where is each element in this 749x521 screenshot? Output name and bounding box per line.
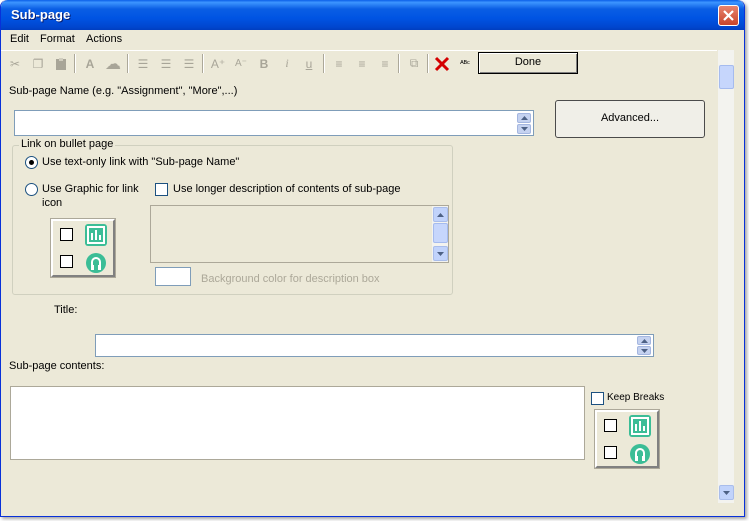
description-scrollbar[interactable] xyxy=(431,206,448,262)
spin-up-icon[interactable] xyxy=(517,113,531,123)
subpage-contents-label: Sub-page contents: xyxy=(9,360,105,372)
link-graphic-picker[interactable] xyxy=(50,218,116,278)
graphic-option-checkbox[interactable] xyxy=(60,228,73,241)
graphic-option-checkbox[interactable] xyxy=(604,419,617,432)
cut-icon[interactable]: ✂ xyxy=(6,55,24,72)
done-button[interactable]: Done xyxy=(478,52,578,74)
radio-graphic-label-line1: Use Graphic for link xyxy=(42,183,139,195)
spin-down-icon[interactable] xyxy=(637,346,651,355)
dialog-scroll-thumb[interactable] xyxy=(719,65,734,89)
title-bar[interactable]: Sub-page xyxy=(1,0,744,30)
menu-actions[interactable]: Actions xyxy=(86,33,122,45)
radio-text-only[interactable] xyxy=(25,156,38,169)
align-left-icon[interactable]: ≡ xyxy=(330,55,348,72)
bullet-list-icon[interactable]: ☰ xyxy=(134,55,152,72)
spellcheck-icon[interactable]: ᴬᴮᶜ xyxy=(456,55,474,72)
speaker-graphic-icon xyxy=(629,443,651,465)
close-x-icon xyxy=(723,10,734,21)
italic-icon[interactable]: i xyxy=(278,55,296,72)
subpage-name-label: Sub-page Name (e.g. "Assignment", "More"… xyxy=(9,85,238,97)
keep-breaks-checkbox[interactable] xyxy=(591,392,604,405)
menu-edit[interactable]: Edit xyxy=(10,33,29,45)
speaker-graphic-icon xyxy=(85,252,107,274)
copy-icon[interactable]: ❐ xyxy=(29,55,47,72)
paste-icon[interactable] xyxy=(52,55,70,72)
dialog-scroll-down-icon[interactable] xyxy=(719,485,734,500)
radio-graphic[interactable] xyxy=(25,183,38,196)
advanced-button[interactable]: Advanced... xyxy=(555,100,705,138)
contents-graphic-picker[interactable] xyxy=(594,409,660,469)
highlight-icon[interactable]: ☁ xyxy=(104,55,122,73)
align-right-icon[interactable]: ≡ xyxy=(376,55,394,72)
background-color-label: Background color for description box xyxy=(201,273,380,285)
description-box[interactable] xyxy=(150,205,449,263)
radio-text-only-label: Use text-only link with "Sub-page Name" xyxy=(42,156,240,168)
formatting-toolbar: ✂ ❐ A ☁ ☰ ☰ ☰ A⁺ A⁻ B i u ≡ ≡ ≡ ⧉ ᴬᴮᶜ xyxy=(1,50,717,75)
numbered-list-icon[interactable]: ☰ xyxy=(157,55,175,72)
grid-graphic-icon xyxy=(629,415,651,437)
insert-link-icon[interactable]: ⧉ xyxy=(405,55,423,72)
title-field[interactable] xyxy=(95,334,654,357)
longer-description-checkbox[interactable] xyxy=(155,183,168,196)
menu-format[interactable]: Format xyxy=(40,33,75,45)
close-button[interactable] xyxy=(718,5,739,26)
radio-graphic-label-line2: icon xyxy=(42,197,63,209)
link-group-legend: Link on bullet page xyxy=(19,138,116,150)
bold-icon[interactable]: B xyxy=(255,55,273,72)
longer-description-label: Use longer description of contents of su… xyxy=(173,183,401,195)
scroll-up-icon[interactable] xyxy=(433,207,448,222)
graphic-option-checkbox[interactable] xyxy=(60,255,73,268)
scroll-down-icon[interactable] xyxy=(433,246,448,261)
outline-list-icon[interactable]: ☰ xyxy=(180,55,198,72)
dialog-scrollbar[interactable] xyxy=(717,50,734,503)
grid-graphic-icon xyxy=(85,224,107,246)
font-bigger-icon[interactable]: A⁺ xyxy=(209,55,227,72)
menu-bar: Edit Format Actions xyxy=(1,30,744,49)
graphic-option-checkbox[interactable] xyxy=(604,446,617,459)
align-center-icon[interactable]: ≡ xyxy=(353,55,371,72)
window-title: Sub-page xyxy=(11,7,71,22)
spin-up-icon[interactable] xyxy=(637,336,651,345)
title-label: Title: xyxy=(54,304,78,316)
delete-icon[interactable] xyxy=(433,55,451,72)
underline-icon[interactable]: u xyxy=(300,55,318,72)
scroll-thumb[interactable] xyxy=(433,223,448,243)
font-color-icon[interactable]: A xyxy=(81,55,99,72)
subpage-dialog: Sub-page Edit Format Actions ✂ ❐ A ☁ ☰ ☰… xyxy=(0,0,745,517)
subpage-contents-field[interactable] xyxy=(10,386,585,460)
keep-breaks-label: Keep Breaks xyxy=(607,392,665,403)
background-color-swatch[interactable] xyxy=(155,267,191,286)
font-smaller-icon[interactable]: A⁻ xyxy=(232,55,250,72)
spin-down-icon[interactable] xyxy=(517,124,531,134)
subpage-name-field[interactable] xyxy=(14,110,534,136)
